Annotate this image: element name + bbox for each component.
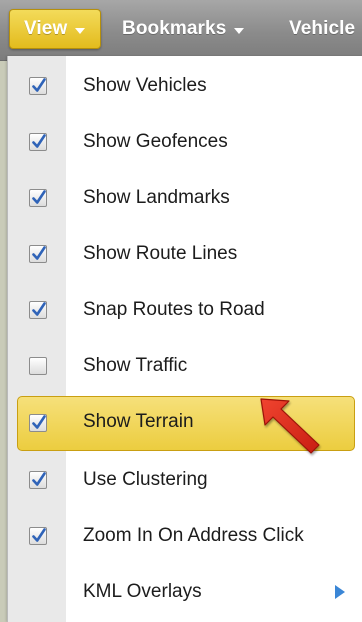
checkbox-show-route-lines[interactable] <box>29 245 47 263</box>
menu-item-label: Show Vehicles <box>83 75 207 96</box>
menu-item-label: Show Terrain <box>83 411 194 432</box>
menu-item-show-traffic[interactable]: Show Traffic <box>8 338 362 394</box>
menu-item-show-vehicles[interactable]: Show Vehicles <box>8 58 362 114</box>
menu-item-show-landmarks[interactable]: Show Landmarks <box>8 170 362 226</box>
menu-item-label: Use Clustering <box>83 469 208 490</box>
checkmark-icon <box>32 134 46 148</box>
checkmark-icon <box>32 472 46 486</box>
checkbox-show-vehicles[interactable] <box>29 77 47 95</box>
checkmark-icon <box>32 246 46 260</box>
checkmark-icon <box>32 78 46 92</box>
red-arrow-annotation-icon <box>260 398 320 454</box>
checkmark-icon <box>32 415 46 429</box>
view-menu-button[interactable]: View <box>9 9 101 49</box>
menu-item-label: Show Traffic <box>83 355 188 376</box>
checkbox-show-traffic[interactable] <box>29 357 47 375</box>
menu-item-label: Snap Routes to Road <box>83 299 265 320</box>
checkmark-icon <box>32 528 46 542</box>
checkbox-show-landmarks[interactable] <box>29 189 47 207</box>
menu-item-zoom-in-on-address-click[interactable]: Zoom In On Address Click <box>8 508 362 564</box>
bookmarks-menu-button[interactable]: Bookmarks <box>122 10 245 48</box>
menu-item-label: Show Route Lines <box>83 243 238 264</box>
chevron-down-icon <box>75 27 86 34</box>
menu-bar: View Bookmarks Vehicle <box>0 0 362 61</box>
vehicle-menu-label: Vehicle <box>289 18 356 39</box>
menu-item-snap-routes-to-road[interactable]: Snap Routes to Road <box>8 282 362 338</box>
menu-item-label: Zoom In On Address Click <box>83 525 304 546</box>
checkbox-show-terrain[interactable] <box>29 414 47 432</box>
underlying-page-edge <box>0 61 7 622</box>
vehicle-menu-button[interactable]: Vehicle <box>289 10 355 48</box>
menu-item-label: Show Landmarks <box>83 187 230 208</box>
checkbox-snap-routes-to-road[interactable] <box>29 301 47 319</box>
checkbox-show-geofences[interactable] <box>29 133 47 151</box>
checkmark-icon <box>32 190 46 204</box>
menu-item-show-route-lines[interactable]: Show Route Lines <box>8 226 362 282</box>
checkbox-zoom-in-on-address-click[interactable] <box>29 527 47 545</box>
menu-item-kml-overlays[interactable]: KML Overlays <box>8 564 362 620</box>
bookmarks-menu-label: Bookmarks <box>122 18 227 39</box>
checkbox-use-clustering[interactable] <box>29 471 47 489</box>
view-dropdown-menu: Show Vehicles Show Geofences Show Landma… <box>7 56 362 622</box>
menu-item-label: Show Geofences <box>83 131 228 152</box>
menu-item-label: KML Overlays <box>83 581 202 602</box>
chevron-down-icon <box>234 27 245 34</box>
view-menu-label: View <box>24 18 68 39</box>
menu-item-show-geofences[interactable]: Show Geofences <box>8 114 362 170</box>
submenu-arrow-icon <box>335 585 345 599</box>
checkmark-icon <box>32 302 46 316</box>
